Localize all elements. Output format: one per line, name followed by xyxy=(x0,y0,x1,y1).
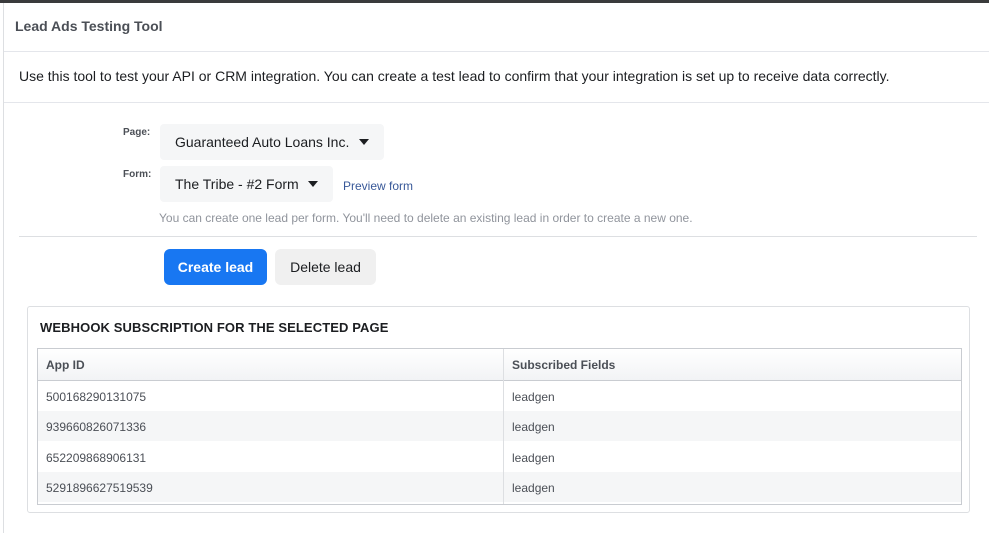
app-id-cell: 652209868906131 xyxy=(46,451,147,465)
create-lead-button[interactable]: Create lead xyxy=(164,249,267,285)
app-id-cell: 939660826071336 xyxy=(46,420,147,434)
lead-ads-panel: Lead Ads Testing Tool Use this tool to t… xyxy=(3,3,989,533)
preview-form-link[interactable]: Preview form xyxy=(343,179,413,193)
caret-down-icon xyxy=(359,139,369,145)
tool-description: Use this tool to test your API or CRM in… xyxy=(19,68,890,84)
webhook-title: WEBHOOK SUBSCRIPTION FOR THE SELECTED PA… xyxy=(40,320,389,335)
table-row: 939660826071336 leadgen xyxy=(38,411,961,441)
panel-header: Lead Ads Testing Tool xyxy=(4,3,989,52)
table-header: App ID Subscribed Fields xyxy=(38,349,961,381)
divider xyxy=(4,102,989,103)
column-header-app-id: App ID xyxy=(46,358,85,372)
form-label: Form: xyxy=(123,169,152,180)
fields-cell: leadgen xyxy=(512,390,555,404)
page-label: Page: xyxy=(123,127,151,138)
form-select-value: The Tribe - #2 Form xyxy=(175,176,299,192)
column-divider xyxy=(503,349,504,504)
caret-down-icon xyxy=(308,181,318,187)
page-select[interactable]: Guaranteed Auto Loans Inc. xyxy=(160,124,384,160)
webhook-subscription-box: WEBHOOK SUBSCRIPTION FOR THE SELECTED PA… xyxy=(27,306,970,513)
fields-cell: leadgen xyxy=(512,481,555,495)
page-select-value: Guaranteed Auto Loans Inc. xyxy=(175,134,350,150)
webhook-table: App ID Subscribed Fields 500168290131075… xyxy=(37,348,962,505)
app-id-cell: 500168290131075 xyxy=(46,390,147,404)
delete-lead-button[interactable]: Delete lead xyxy=(275,249,376,285)
table-row: 500168290131075 leadgen xyxy=(38,381,961,411)
fields-cell: leadgen xyxy=(512,420,555,434)
table-row: 652209868906131 leadgen xyxy=(38,442,961,472)
column-header-subscribed-fields: Subscribed Fields xyxy=(512,358,616,372)
divider xyxy=(19,236,977,237)
fields-cell: leadgen xyxy=(512,451,555,465)
app-id-cell: 5291896627519539 xyxy=(46,481,153,495)
page-title: Lead Ads Testing Tool xyxy=(15,18,163,34)
table-row: 5291896627519539 leadgen xyxy=(38,472,961,502)
form-hint: You can create one lead per form. You'll… xyxy=(159,211,693,225)
form-select[interactable]: The Tribe - #2 Form xyxy=(160,166,333,202)
